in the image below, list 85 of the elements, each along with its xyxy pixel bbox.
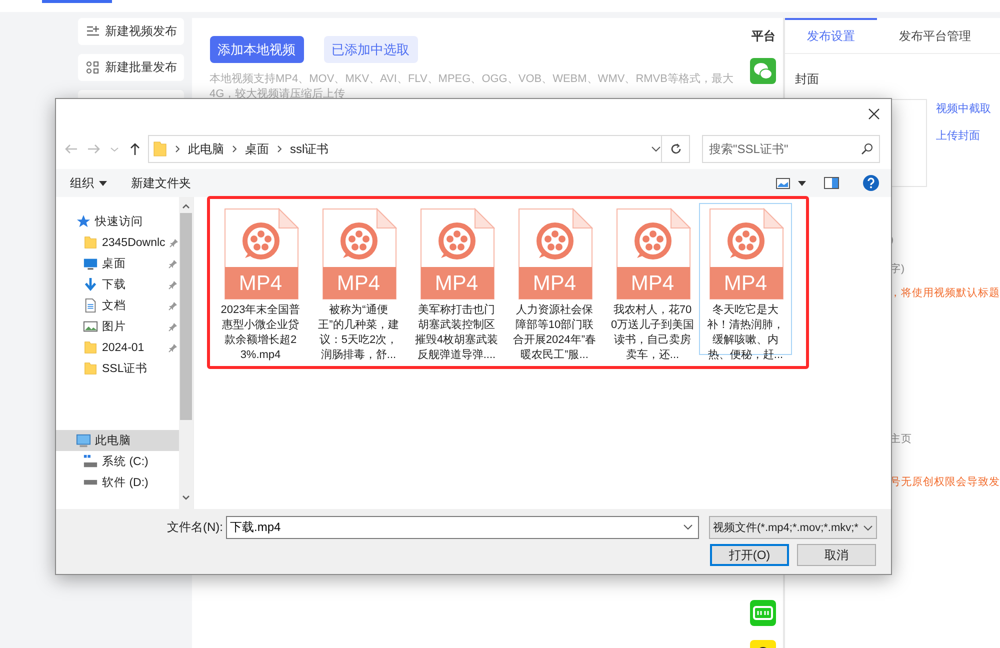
chevron-right-icon bbox=[175, 145, 180, 153]
nav-item[interactable]: 2345Downlc bbox=[56, 232, 179, 253]
down-arrow-icon bbox=[83, 277, 98, 292]
video-file-icon bbox=[320, 208, 396, 300]
tab-indicator bbox=[42, 0, 112, 3]
dialog-button[interactable]: 打开(O) bbox=[710, 544, 789, 566]
file-type-label: MP4 bbox=[532, 271, 578, 297]
folder-icon bbox=[83, 235, 98, 250]
video-file-icon bbox=[614, 208, 690, 300]
address-bar[interactable]: 此电脑 桌面 ssl证书 bbox=[148, 135, 662, 163]
picture-icon bbox=[83, 319, 98, 334]
nav-item[interactable]: 图片 bbox=[56, 316, 179, 337]
folder-icon bbox=[83, 361, 98, 376]
cover-link[interactable]: 视频中截取 bbox=[936, 101, 991, 116]
video-file-icon bbox=[222, 208, 298, 300]
chevron-down-icon bbox=[683, 522, 693, 532]
file-type-label: MP4 bbox=[434, 271, 480, 297]
video-file-icon bbox=[516, 208, 592, 300]
drive-icon bbox=[83, 454, 98, 469]
list-plus-icon bbox=[86, 25, 99, 38]
breadcrumb[interactable]: 此电脑 bbox=[188, 140, 224, 158]
monitor-icon bbox=[83, 256, 98, 271]
refresh-button[interactable] bbox=[662, 135, 690, 163]
file-name-label: 文件名(N): bbox=[166, 519, 224, 536]
dialog-button[interactable]: 取消 bbox=[797, 544, 876, 566]
video-file-icon bbox=[708, 208, 784, 300]
chevron-down-icon[interactable] bbox=[651, 144, 661, 154]
chevron-up-icon[interactable] bbox=[182, 203, 190, 209]
nav-item[interactable]: 此电脑 bbox=[56, 430, 179, 451]
drive-icon bbox=[83, 479, 98, 486]
file-type-label: MP4 bbox=[336, 271, 382, 297]
file-name: 人力资源社会保障部等10部门联合开展2024年”春暖农民工”服... bbox=[512, 303, 596, 363]
file-name: 美军称打击也门胡塞武装控制区摧毁4枚胡塞武装反舰弹道导弹.... bbox=[414, 303, 498, 363]
cover-label: 封面 bbox=[795, 71, 820, 88]
nav-item[interactable]: 文档 bbox=[56, 295, 179, 316]
sidebar-button[interactable]: 新建视频发布 bbox=[78, 18, 184, 45]
warning-text: 号无原创权限会导致发 bbox=[890, 475, 1000, 489]
help-icon[interactable] bbox=[863, 175, 879, 191]
star-icon bbox=[76, 214, 91, 229]
cover-link[interactable]: 上传封面 bbox=[936, 128, 991, 143]
preview-pane-icon[interactable] bbox=[824, 177, 839, 189]
nav-item[interactable]: 桌面 bbox=[56, 253, 179, 274]
folder-icon bbox=[83, 340, 98, 355]
up-arrow-icon[interactable] bbox=[128, 142, 142, 156]
file-name: 被称为“通便王”的几种菜，建议：5天吃2次，润肠排毒，舒... bbox=[317, 303, 400, 363]
search-icon bbox=[861, 143, 873, 155]
grid-icon bbox=[86, 61, 99, 74]
nav-item[interactable]: 下载 bbox=[56, 274, 179, 295]
chevron-right-icon bbox=[277, 145, 282, 153]
file-type-label: MP4 bbox=[722, 271, 768, 297]
breadcrumb[interactable]: ssl证书 bbox=[290, 140, 329, 158]
chevron-down-icon[interactable] bbox=[182, 495, 190, 501]
platform-header: 平台 bbox=[751, 28, 776, 45]
computer-icon bbox=[76, 433, 91, 448]
file-type-dropdown[interactable]: 视频文件(*.mp4;*.mov;*.mkv;* bbox=[709, 516, 877, 539]
file-name: 我农村人，花700万送儿子到美国读书，自己卖房卖车，还... bbox=[610, 303, 694, 363]
nav-item[interactable]: 系统 (C:) bbox=[56, 451, 179, 472]
nav-item[interactable]: 软件 (D:) bbox=[56, 472, 179, 493]
file-name-field[interactable]: 下载.mp4 bbox=[226, 516, 699, 539]
sidebar-button[interactable]: 新建批量发布 bbox=[78, 54, 184, 81]
video-file-icon bbox=[418, 208, 494, 300]
chevron-right-icon bbox=[232, 145, 237, 153]
chevron-down-icon bbox=[863, 522, 873, 532]
chat-bubbles-icon[interactable] bbox=[750, 58, 776, 84]
close-icon bbox=[867, 107, 881, 121]
caret-icon bbox=[99, 180, 107, 186]
breadcrumb[interactable]: 桌面 bbox=[245, 140, 269, 158]
document-icon bbox=[83, 298, 98, 313]
toolbar-button[interactable]: 新建文件夹 bbox=[131, 174, 191, 192]
toolbar-button[interactable]: 组织 bbox=[70, 174, 107, 192]
warning-text: ，将使用视频默认标题 bbox=[890, 286, 1000, 300]
view-icon[interactable] bbox=[776, 178, 790, 188]
upload-button[interactable]: 添加本地视频 bbox=[210, 36, 304, 63]
nav-item[interactable]: SSL证书 bbox=[56, 358, 179, 379]
file-type-label: MP4 bbox=[238, 271, 284, 297]
nav-item[interactable]: 2024-01 bbox=[56, 337, 179, 358]
nav-item[interactable]: 快速访问 bbox=[56, 211, 179, 232]
refresh-icon bbox=[670, 143, 682, 155]
folder-icon bbox=[153, 141, 167, 157]
upload-button[interactable]: 已添加中选取 bbox=[324, 36, 418, 63]
file-name: 冬天吃它是大补！清热润肺，缓解咳嗽、内热、便秘，赶... bbox=[706, 303, 785, 363]
file-type-label: MP4 bbox=[630, 271, 676, 297]
caret-icon[interactable] bbox=[798, 180, 806, 186]
search-field[interactable]: 搜索"SSL证书" bbox=[702, 135, 880, 163]
file-name: 2023年末全国普惠型小微企业贷款余额增长超23%.mp4 bbox=[220, 303, 302, 363]
